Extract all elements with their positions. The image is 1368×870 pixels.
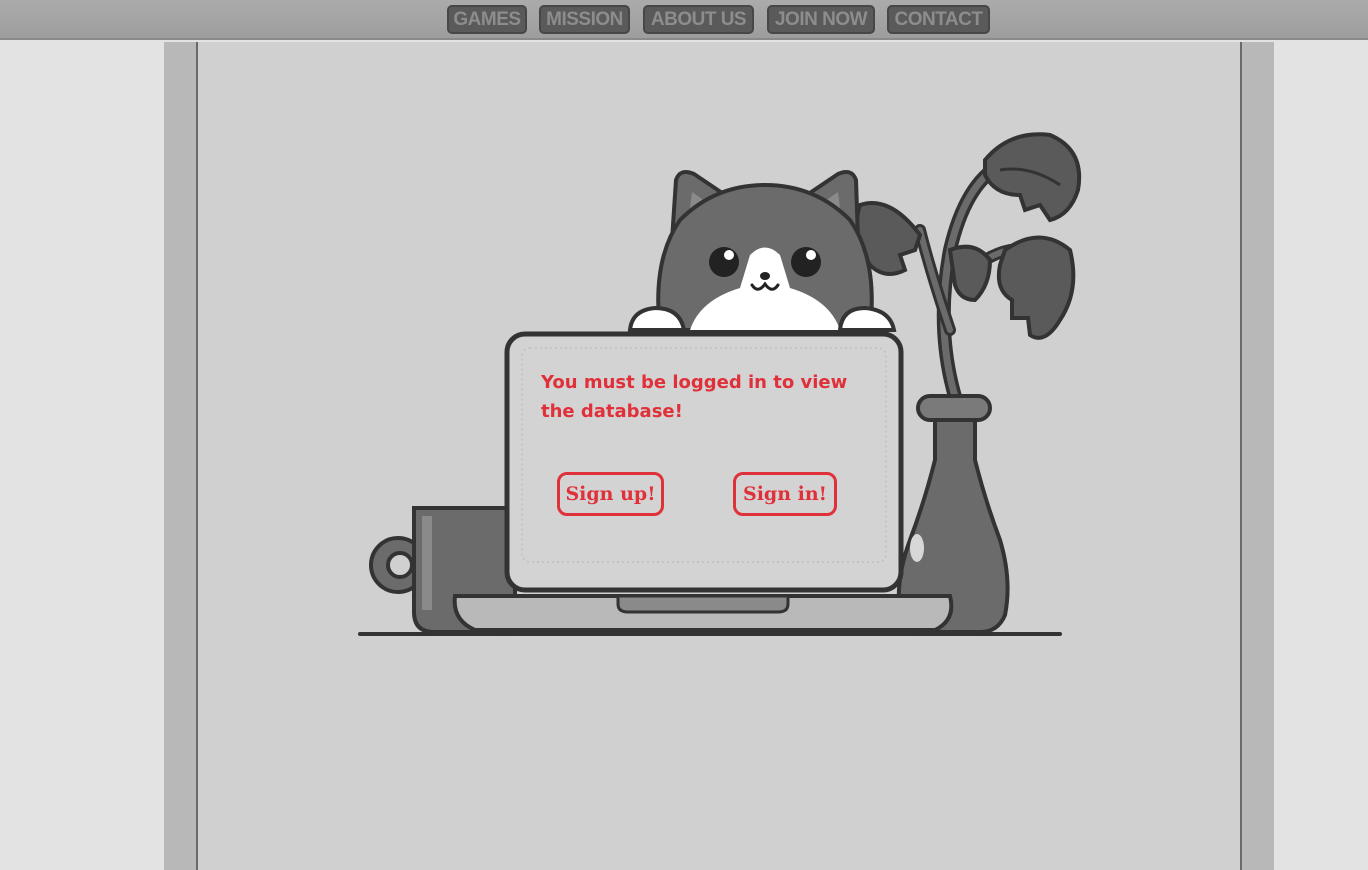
cat-with-laptop-icon (358, 132, 1082, 636)
sign-in-button[interactable]: Sign in! (733, 472, 837, 516)
sign-up-button[interactable]: Sign up! (557, 472, 664, 516)
login-required-message: You must be logged in to view the databa… (541, 372, 848, 422)
cat-icon (627, 170, 897, 332)
